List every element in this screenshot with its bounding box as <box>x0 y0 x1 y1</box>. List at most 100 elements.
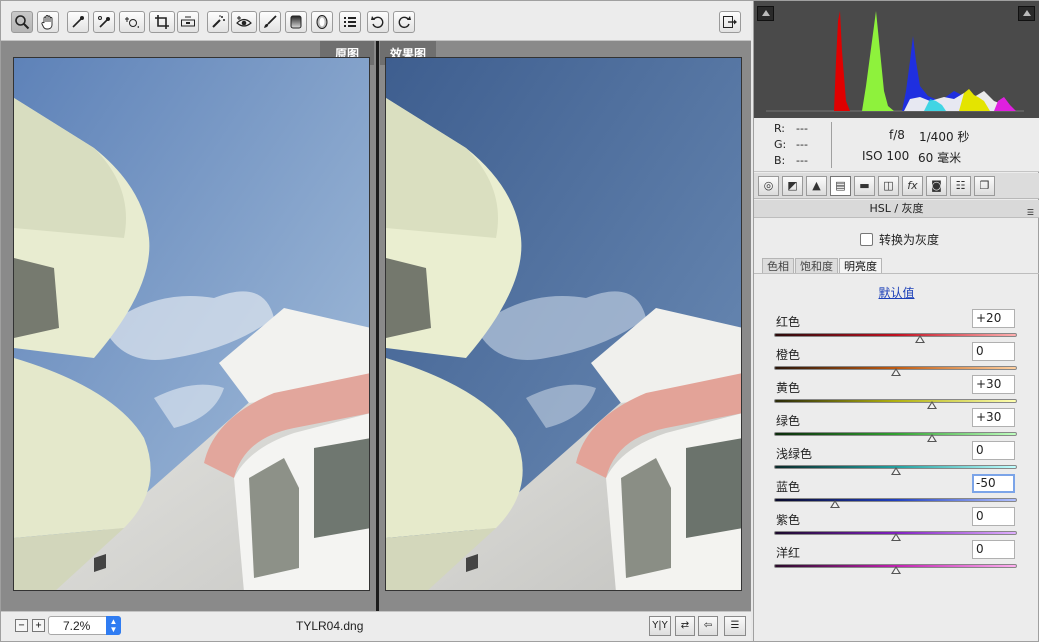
slider-blue-track[interactable] <box>774 498 1017 502</box>
radial-filter-tool-button[interactable] <box>311 11 333 33</box>
histogram-graph <box>766 11 1024 112</box>
tab-camera-calibration-icon[interactable]: ◙ <box>926 176 947 196</box>
spot-brush-icon <box>212 15 225 28</box>
copy-settings-button[interactable]: ⇦ <box>698 616 718 636</box>
tab-detail-icon[interactable]: ▲ <box>806 176 827 196</box>
slider-yellow-input[interactable]: +30 <box>972 375 1015 394</box>
tab-presets-icon[interactable]: ☷ <box>950 176 971 196</box>
r-readout: R: --- <box>774 122 808 135</box>
toolbar <box>1 1 751 41</box>
slider-magenta-input[interactable]: 0 <box>972 540 1015 559</box>
color-sampler-icon <box>98 16 110 28</box>
r-label: R: <box>774 122 786 135</box>
slider-green-thumb[interactable] <box>926 434 937 442</box>
slider-purple-label: 紫色 <box>776 513 801 527</box>
slider-red-track[interactable] <box>774 333 1017 337</box>
file-name: TYLR04.dng <box>296 619 364 633</box>
slider-orange-input[interactable]: 0 <box>972 342 1015 361</box>
convert-grayscale-checkbox[interactable] <box>860 233 873 246</box>
panel-title: HSL / 灰度 <box>869 202 924 215</box>
brush-icon <box>264 15 277 28</box>
targeted-adjustment-tool-button[interactable] <box>119 11 145 33</box>
tab-tone-curve-icon[interactable]: ◩ <box>782 176 803 196</box>
slider-green-label: 绿色 <box>776 414 801 428</box>
spot-removal-tool-button[interactable] <box>207 11 229 33</box>
slider-yellow-track[interactable] <box>774 399 1017 403</box>
tab-effects-icon[interactable]: fx <box>902 176 923 196</box>
tab-lens-corrections-icon[interactable]: ◫ <box>878 176 899 196</box>
slider-green-input[interactable]: +30 <box>972 408 1015 427</box>
tab-saturation[interactable]: 饱和度 <box>795 258 838 274</box>
crop-tool-button[interactable] <box>149 11 175 33</box>
panel-title-bar: HSL / 灰度 ☰ <box>754 200 1039 218</box>
slider-purple-thumb[interactable] <box>890 533 901 541</box>
crop-icon <box>155 15 169 29</box>
white-balance-tool-button[interactable] <box>67 11 89 33</box>
hand-icon <box>41 15 53 30</box>
g-label: G: <box>774 138 787 151</box>
zoom-out-button[interactable]: − <box>15 619 28 632</box>
default-link[interactable]: 默认值 <box>754 284 1039 301</box>
zoom-tool-button[interactable] <box>11 11 33 33</box>
panel-menu-icon[interactable]: ☰ <box>1027 204 1034 221</box>
slider-red-input[interactable]: +20 <box>972 309 1015 328</box>
split-divider[interactable] <box>376 41 379 611</box>
slider-aqua-input[interactable]: 0 <box>972 441 1015 460</box>
zoom-in-button[interactable]: + <box>32 619 45 632</box>
slider-yellow-thumb[interactable] <box>926 401 937 409</box>
rotate-left-button[interactable] <box>367 11 389 33</box>
tab-hue[interactable]: 色相 <box>762 258 794 274</box>
slider-blue-thumb[interactable] <box>829 500 840 508</box>
g-value: --- <box>796 138 808 151</box>
graduated-filter-icon <box>290 15 302 29</box>
preview-area: 原图 效果图 <box>1 41 751 611</box>
tab-basic-icon[interactable]: ◎ <box>758 176 779 196</box>
fullscreen-icon <box>723 16 737 28</box>
slider-aqua-thumb[interactable] <box>890 467 901 475</box>
slider-blue-input[interactable]: -50 <box>972 474 1015 493</box>
panel-tab-bar: ◎ ◩ ▲ ▤ ▬ ◫ fx ◙ ☷ ❐ <box>754 173 1039 199</box>
tab-snapshots-icon[interactable]: ❐ <box>974 176 995 196</box>
tab-hsl-icon[interactable]: ▤ <box>830 176 851 196</box>
color-sampler-tool-button[interactable] <box>93 11 115 33</box>
zoom-dropdown-icon[interactable]: ▲ ▼ <box>106 616 121 635</box>
toggle-settings-button[interactable]: ☰ <box>724 616 746 636</box>
rotate-ccw-icon <box>371 16 384 29</box>
list-icon <box>344 17 356 27</box>
slider-magenta-thumb[interactable] <box>890 566 901 574</box>
preferences-button[interactable] <box>339 11 361 33</box>
slider-orange-thumb[interactable] <box>890 368 901 376</box>
hsl-subtabs: 色相 饱和度 明亮度 <box>762 258 883 274</box>
convert-grayscale-row[interactable]: 转换为灰度 <box>860 231 939 248</box>
zoom-select[interactable]: 7.2% ▲ ▼ <box>48 616 121 635</box>
graduated-filter-tool-button[interactable] <box>285 11 307 33</box>
camera-raw-window: 原图 效果图 − + 7.2% ▲ ▼ TYLR04.dng Y|Y ⇄ ⇦ ☰… <box>0 0 1039 642</box>
before-after-view-button[interactable]: Y|Y <box>649 616 671 636</box>
adjustment-brush-tool-button[interactable] <box>259 11 281 33</box>
shutter-value: 1/400 秒 <box>919 130 970 144</box>
hand-tool-button[interactable] <box>37 11 59 33</box>
slider-red-thumb[interactable] <box>914 335 925 343</box>
slider-red-label: 红色 <box>776 315 801 329</box>
slider-purple-input[interactable]: 0 <box>972 507 1015 526</box>
magnifier-icon <box>15 15 30 30</box>
tab-luminance[interactable]: 明亮度 <box>839 258 882 274</box>
slider-green-track[interactable] <box>774 432 1017 436</box>
r-value: --- <box>796 122 808 135</box>
slider-aqua-label: 浅绿色 <box>776 447 813 461</box>
rotate-right-button[interactable] <box>393 11 415 33</box>
target-adjust-icon <box>125 17 139 28</box>
swap-settings-button[interactable]: ⇄ <box>675 616 695 636</box>
b-label: B: <box>774 154 786 167</box>
before-image[interactable] <box>13 57 370 591</box>
slider-magenta: 洋红 0 <box>774 540 1019 577</box>
toggle-fullscreen-button[interactable] <box>719 11 741 33</box>
pixel-readout: R: --- G: --- B: --- f/8 1/400 秒 ISO 100 60… <box>754 118 1039 172</box>
red-eye-tool-button[interactable] <box>231 11 257 33</box>
zoom-value: 7.2% <box>63 619 91 633</box>
slider-orange-label: 橙色 <box>776 348 801 362</box>
straighten-tool-button[interactable] <box>177 11 199 33</box>
after-image[interactable] <box>385 57 742 591</box>
aperture-value: f/8 <box>889 128 905 142</box>
tab-split-toning-icon[interactable]: ▬ <box>854 176 875 196</box>
